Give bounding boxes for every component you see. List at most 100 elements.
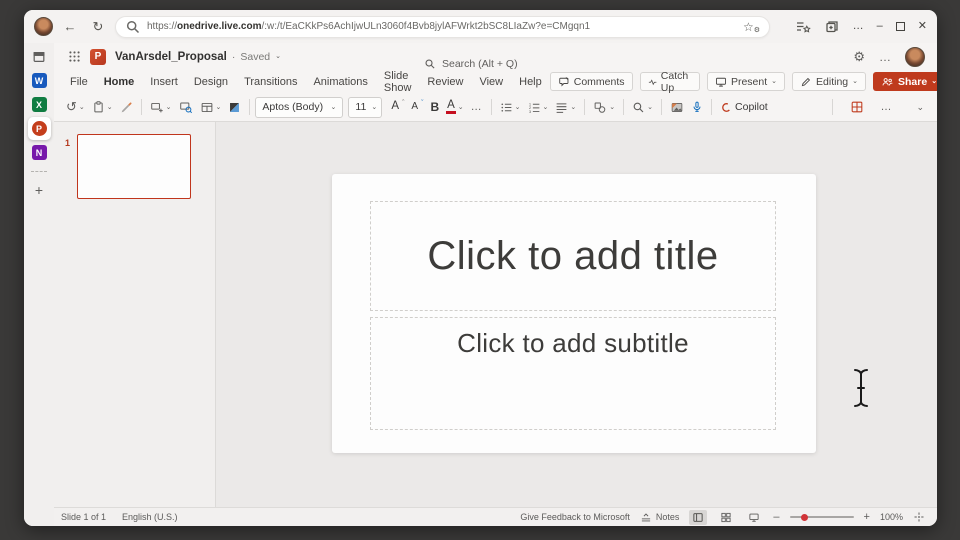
tab-file[interactable]: File bbox=[62, 76, 96, 88]
zoom-slider[interactable] bbox=[789, 513, 854, 521]
tab-transitions[interactable]: Transitions bbox=[236, 76, 305, 88]
browser-more-icon[interactable]: … bbox=[853, 21, 864, 32]
header-right: ⚙ … bbox=[853, 46, 925, 67]
editing-chevron-icon: ⌄ bbox=[852, 78, 858, 85]
normal-view-button[interactable] bbox=[689, 509, 708, 525]
powerpoint-app-active[interactable]: P bbox=[27, 117, 51, 140]
rail-add-app-button[interactable]: + bbox=[35, 183, 43, 197]
address-bar[interactable]: https://onedrive.live.com/:w:/t/EaCKkPs6… bbox=[115, 15, 770, 38]
paintbrush-icon bbox=[121, 101, 132, 112]
favorites-star-icon[interactable]: ☆ ⚙ bbox=[743, 20, 760, 34]
fit-to-window-icon[interactable] bbox=[913, 511, 925, 523]
editing-mode-button[interactable]: Editing ⌄ bbox=[792, 72, 866, 91]
account-avatar[interactable] bbox=[905, 46, 925, 67]
bold-button[interactable]: B bbox=[427, 95, 442, 119]
ribbon-right: … ⌄ bbox=[828, 95, 927, 119]
align-button[interactable]: ⌄ bbox=[552, 95, 579, 119]
slide-counter[interactable]: Slide 1 of 1 bbox=[61, 512, 106, 522]
m365-home-icon[interactable] bbox=[32, 50, 46, 64]
save-status[interactable]: Saved bbox=[240, 51, 270, 63]
copilot-button[interactable]: Copilot bbox=[717, 95, 771, 119]
window-maximize-button[interactable] bbox=[895, 22, 905, 31]
browser-refresh-icon[interactable]: ↻ bbox=[87, 20, 109, 33]
editor-content: 1 Click to add title Click to add subtit… bbox=[54, 122, 937, 507]
search-box[interactable]: Search (Alt + Q) bbox=[424, 58, 518, 70]
word-app-icon[interactable]: W bbox=[31, 73, 47, 88]
new-slide-button[interactable]: ⌄ bbox=[147, 95, 175, 119]
zoom-level[interactable]: 100% bbox=[880, 512, 903, 522]
tab-slideshow[interactable]: Slide Show bbox=[376, 70, 420, 94]
slide-number: 1 bbox=[65, 138, 71, 148]
dictate-button[interactable] bbox=[688, 95, 706, 119]
browser-back-icon[interactable]: ← bbox=[59, 20, 81, 33]
slideshow-view-button[interactable] bbox=[745, 510, 763, 525]
document-title[interactable]: VanArsdel_Proposal bbox=[115, 51, 227, 63]
font-size-combo[interactable]: 11 ⌄ bbox=[348, 96, 383, 118]
ribbon-more-button[interactable]: … bbox=[877, 95, 895, 119]
more-font-options-button[interactable]: … bbox=[468, 95, 486, 119]
collapse-ribbon-button[interactable]: ⌄ bbox=[913, 95, 927, 119]
powerpoint-logo[interactable]: P bbox=[90, 48, 106, 65]
grow-font-button[interactable]: Aˆ bbox=[388, 95, 407, 119]
menu-bar: File Home Insert Design Transitions Anim… bbox=[54, 70, 937, 94]
notes-toggle[interactable]: Notes bbox=[640, 512, 679, 523]
format-painter-button[interactable] bbox=[117, 95, 136, 119]
tab-animations[interactable]: Animations bbox=[305, 76, 375, 88]
clipboard-icon bbox=[94, 101, 103, 113]
zoom-out-button[interactable]: – bbox=[773, 511, 779, 523]
shrink-font-button[interactable]: Aˇ bbox=[408, 95, 426, 119]
zoom-in-button[interactable]: + bbox=[864, 511, 870, 523]
picture-button[interactable] bbox=[667, 95, 687, 119]
find-button[interactable]: ⌄ bbox=[629, 95, 656, 119]
catch-up-button[interactable]: Catch Up bbox=[639, 70, 700, 94]
settings-gear-icon[interactable]: ⚙ bbox=[853, 49, 865, 65]
present-button[interactable]: Present ⌄ bbox=[706, 72, 786, 91]
microphone-icon bbox=[693, 101, 701, 112]
shapes-button[interactable]: ⌄ bbox=[590, 95, 618, 119]
reuse-slides-button[interactable] bbox=[176, 95, 196, 119]
feedback-link[interactable]: Give Feedback to Microsoft bbox=[520, 512, 630, 522]
editing-label: Editing bbox=[816, 75, 849, 88]
title-placeholder[interactable]: Click to add title bbox=[370, 201, 776, 311]
more-font-options-icon: … bbox=[470, 101, 483, 113]
save-status-chevron-icon[interactable]: ⌄ bbox=[275, 53, 281, 60]
share-button[interactable]: Share ⌄ bbox=[873, 72, 937, 91]
onenote-app-icon[interactable]: N bbox=[31, 145, 47, 160]
undo-icon: ↺ bbox=[66, 99, 77, 114]
slide-thumbnail[interactable] bbox=[77, 134, 191, 199]
tab-help[interactable]: Help bbox=[511, 76, 550, 88]
font-name-combo[interactable]: Aptos (Body) ⌄ bbox=[255, 96, 344, 118]
excel-app-icon[interactable]: X bbox=[31, 97, 47, 112]
tab-home[interactable]: Home bbox=[96, 76, 143, 88]
window-minimize-button[interactable]: – bbox=[877, 21, 883, 32]
layout-button[interactable]: ⌄ bbox=[197, 95, 225, 119]
window-close-button[interactable]: ✕ bbox=[918, 21, 927, 32]
language-status[interactable]: English (U.S.) bbox=[122, 512, 178, 522]
app-launcher-icon[interactable] bbox=[68, 50, 81, 63]
favorites-list-icon[interactable] bbox=[795, 19, 811, 35]
tab-view[interactable]: View bbox=[471, 76, 511, 88]
slide[interactable]: Click to add title Click to add subtitle bbox=[332, 174, 816, 453]
numbering-button[interactable]: 123 ⌄ bbox=[525, 95, 552, 119]
undo-button[interactable]: ↺ ⌄ bbox=[63, 95, 88, 119]
normal-view-icon bbox=[693, 512, 703, 522]
grow-font-icon: A bbox=[391, 100, 400, 113]
paste-button[interactable]: ⌄ bbox=[89, 95, 116, 119]
header-more-icon[interactable]: … bbox=[879, 50, 891, 64]
subtitle-placeholder[interactable]: Click to add subtitle bbox=[370, 317, 776, 430]
designer-pane-button[interactable] bbox=[847, 95, 867, 119]
tab-design[interactable]: Design bbox=[186, 76, 236, 88]
designer-button[interactable] bbox=[225, 95, 244, 119]
collections-icon[interactable] bbox=[824, 19, 840, 35]
comments-button[interactable]: Comments bbox=[549, 72, 633, 91]
slide-sorter-view-button[interactable] bbox=[717, 510, 735, 525]
search-icon bbox=[425, 59, 435, 69]
collapse-ribbon-icon: ⌄ bbox=[916, 101, 924, 112]
bullets-button[interactable]: ⌄ bbox=[497, 95, 524, 119]
font-color-button[interactable]: A ⌄ bbox=[443, 95, 467, 119]
ribbon-separator bbox=[249, 99, 251, 115]
tab-review[interactable]: Review bbox=[419, 76, 471, 88]
browser-profile-avatar[interactable] bbox=[34, 17, 53, 36]
zoom-slider-handle[interactable] bbox=[800, 513, 808, 521]
tab-insert[interactable]: Insert bbox=[142, 76, 186, 88]
